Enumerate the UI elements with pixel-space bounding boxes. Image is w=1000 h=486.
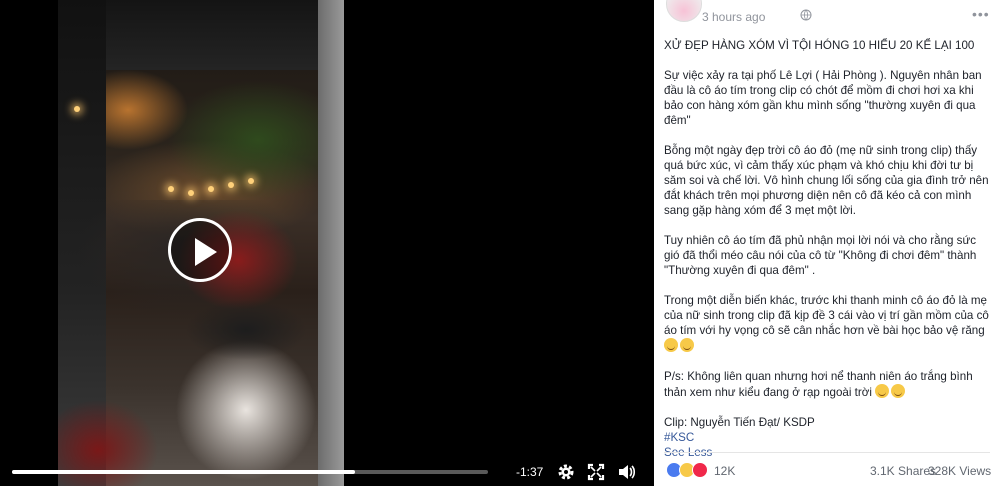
post-credit: Clip: Nguyễn Tiến Đạt/ KSDP <box>664 416 815 429</box>
post-paragraph: Tuy nhiên cô áo tím đã phủ nhận mọi lời … <box>664 234 977 277</box>
reaction-count[interactable]: 12K <box>714 464 735 478</box>
volume-icon[interactable] <box>616 462 636 482</box>
post-body: XỬ ĐẸP HÀNG XÓM VÌ TỘI HÓNG 10 HIỂU 20 K… <box>664 38 994 460</box>
post-ps-with-emoji: P/s: Không liên quan nhưng hơi nể thanh … <box>664 369 994 400</box>
footer-divider <box>664 452 990 453</box>
post-paragraph: Bỗng một ngày đẹp trời cô áo đỏ (mẹ nữ s… <box>664 144 989 217</box>
string-light <box>74 106 80 112</box>
hashtag-link[interactable]: #KSC <box>664 431 694 444</box>
post-headline: XỬ ĐẸP HÀNG XÓM VÌ TỘI HÓNG 10 HIỂU 20 K… <box>664 39 975 52</box>
time-remaining: -1:37 <box>516 465 544 479</box>
post-footer: 12K 3.1K Shares 328K Views <box>654 458 1000 484</box>
string-light <box>248 178 254 184</box>
fullscreen-icon[interactable] <box>586 462 606 482</box>
video-pillar <box>318 0 344 486</box>
love-reaction-icon <box>692 462 708 478</box>
more-options-icon[interactable]: ••• <box>972 6 990 22</box>
post-timestamp[interactable]: 3 hours ago <box>702 10 765 24</box>
string-light <box>208 186 214 192</box>
post-panel: 3 hours ago ••• XỬ ĐẸP HÀNG XÓM VÌ TỘI H… <box>654 0 1000 486</box>
post-header: 3 hours ago ••• <box>654 0 1000 30</box>
video-awning <box>106 0 318 70</box>
string-light <box>168 186 174 192</box>
progress-bar[interactable] <box>12 470 488 474</box>
laugh-emoji-icon <box>891 384 906 398</box>
settings-gear-icon[interactable] <box>556 462 576 482</box>
laugh-emoji-icon <box>875 384 890 398</box>
grin-emoji-icon <box>664 338 678 352</box>
play-icon <box>195 238 217 266</box>
post-paragraph-with-emoji: Trong một diễn biến khác, trước khi than… <box>664 293 994 354</box>
video-player[interactable]: -1:37 <box>0 0 654 486</box>
video-controls: -1:37 <box>0 458 654 486</box>
play-button[interactable] <box>168 218 232 282</box>
shares-count[interactable]: 3.1K Shares <box>870 464 936 478</box>
globe-icon <box>800 8 812 21</box>
post-paragraph: Trong một diễn biến khác, trước khi than… <box>664 294 989 337</box>
video-man-white-shirt <box>176 290 316 486</box>
grin-emoji-icon <box>680 338 694 352</box>
page-avatar[interactable] <box>666 0 702 22</box>
string-light <box>188 190 194 196</box>
progress-fill <box>12 470 355 474</box>
string-light <box>228 182 234 188</box>
post-ps: P/s: Không liên quan nhưng hơi nể thanh … <box>664 370 973 399</box>
views-count: 328K Views <box>928 464 992 478</box>
post-paragraph: Sự việc xảy ra tại phố Lê Lợi ( Hải Phòn… <box>664 69 982 127</box>
